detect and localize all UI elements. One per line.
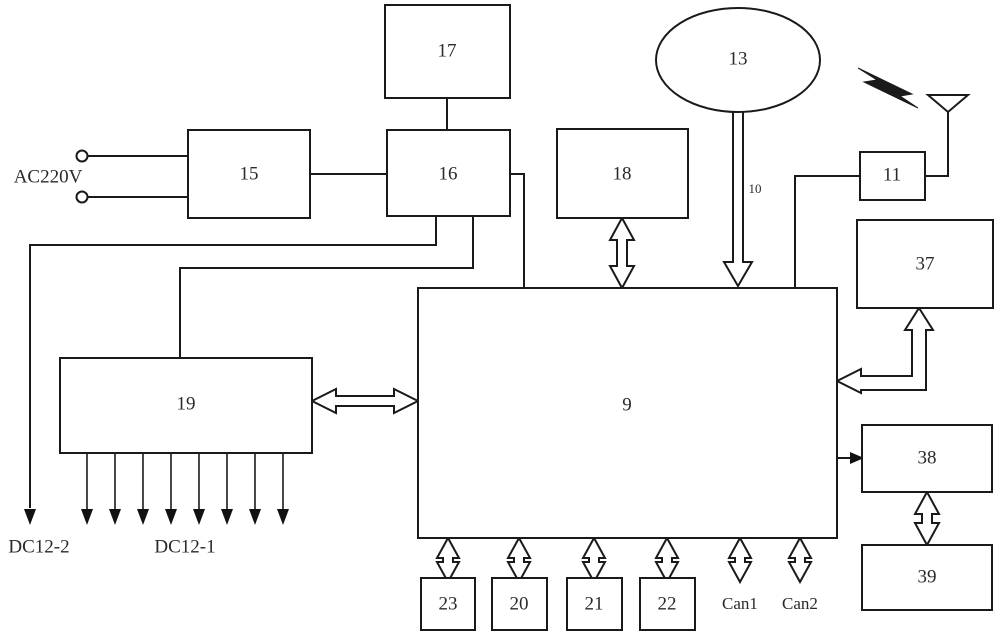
- block-23-label: 23: [439, 593, 458, 614]
- terminal-dot-icon-live: [75, 149, 89, 163]
- block-38-label: 38: [918, 447, 937, 468]
- arrowhead-dc12-1-6: [221, 509, 233, 525]
- block-16-label: 16: [439, 163, 458, 184]
- arrowhead-dc12-1-5: [193, 509, 205, 525]
- block-11-label: 11: [883, 164, 901, 185]
- can1-label: Can1: [722, 594, 758, 613]
- block-20-label: 20: [510, 593, 529, 614]
- antenna-icon: [925, 94, 971, 114]
- arrow-19-to-9: [309, 387, 421, 415]
- arrowhead-dc12-1-8: [277, 509, 289, 525]
- dc12-1-label: DC12-1: [154, 536, 215, 557]
- arrow-18-to-9: [608, 215, 636, 291]
- arrow-9-to-can2: [787, 535, 813, 585]
- arrow-38-to-39: [913, 489, 941, 548]
- block-39-label: 39: [918, 566, 937, 587]
- can2-label: Can2: [782, 594, 818, 613]
- block-17-label: 17: [438, 40, 457, 61]
- dc12-2-label: DC12-2: [8, 536, 69, 557]
- arrow-13-to-9: [722, 109, 754, 288]
- block-37-label: 37: [916, 253, 935, 274]
- wire-11-to-antenna: [925, 112, 949, 177]
- block-15-label: 15: [240, 163, 259, 184]
- arrow-9-to-23: [435, 535, 461, 585]
- arrow-9-to-22: [654, 535, 680, 585]
- block-21-label: 21: [585, 593, 604, 614]
- wire-11-to-9: [794, 175, 860, 288]
- block-19-label: 19: [177, 393, 196, 414]
- arrowhead-dc12-2: [24, 509, 36, 525]
- wire-16-to-9: [510, 173, 525, 288]
- arrowhead-dc12-1-7: [249, 509, 261, 525]
- block-13-label: 13: [729, 48, 748, 69]
- arrowhead-dc12-1-2: [109, 509, 121, 525]
- diagram-canvas: 17 16 15 18 13 11 37 19 9 38 39 23 20 21…: [8, 4, 994, 631]
- arrow-9-to-can1: [727, 535, 753, 585]
- block-9-label: 9: [622, 394, 632, 415]
- terminal-dot-icon-neutral: [75, 190, 89, 204]
- arrow-9-to-20: [506, 535, 532, 585]
- arrowhead-dc12-1-1: [81, 509, 93, 525]
- lightning-bolt-icon: [857, 67, 919, 109]
- link-10-label: 10: [749, 181, 762, 196]
- block-diagram: 17 16 15 18 13 11 37 19 9 38 39 23 20 21…: [0, 0, 1000, 636]
- arrowhead-dc12-1-4: [165, 509, 177, 525]
- ac-source-label: AC220V: [14, 166, 83, 187]
- arrow-9-to-21: [581, 535, 607, 585]
- block-18-label: 18: [613, 163, 632, 184]
- arrowhead-dc12-1-3: [137, 509, 149, 525]
- block-22-label: 22: [658, 593, 677, 614]
- arrow-37-to-9: [834, 306, 935, 395]
